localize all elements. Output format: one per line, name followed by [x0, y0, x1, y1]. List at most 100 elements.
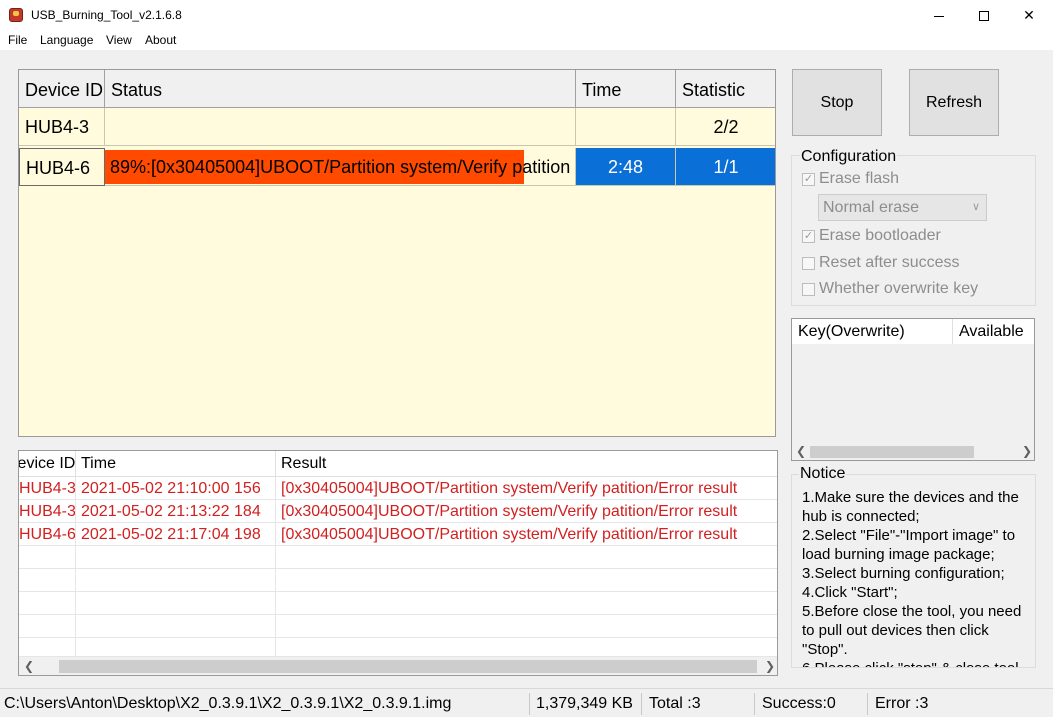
column-available[interactable]: Available: [953, 319, 1034, 344]
checkbox-unchecked-icon: [802, 257, 815, 270]
menu-view[interactable]: View: [106, 33, 132, 47]
log-empty-cell: [276, 615, 777, 638]
log-empty-cell: [276, 569, 777, 592]
scroll-left-icon[interactable]: ❮: [796, 444, 806, 458]
window-title: USB_Burning_Tool_v2.1.6.8: [31, 8, 182, 22]
notice-text: 1.Make sure the devices and the hub is c…: [802, 488, 1034, 667]
app-icon: [9, 8, 23, 22]
erase-bootloader-label: Erase bootloader: [819, 227, 941, 244]
column-device-id[interactable]: Device ID: [19, 70, 105, 108]
device-status: [105, 108, 576, 146]
log-empty-cell: [19, 569, 76, 592]
refresh-button[interactable]: Refresh: [909, 69, 999, 136]
column-time[interactable]: Time: [576, 70, 676, 108]
log-result: [0x30405004]UBOOT/Partition system/Verif…: [276, 500, 777, 523]
scroll-left-icon[interactable]: ❮: [24, 659, 34, 673]
status-success: Success:0: [758, 693, 868, 715]
status-image-size: 1,379,349 KB: [532, 693, 642, 715]
notice-line: 6.Please click "stop" & close tool: [802, 659, 1034, 667]
scroll-right-icon[interactable]: ❯: [765, 659, 775, 673]
log-table[interactable]: Device ID Time Result HUB4-3 2021-05-02 …: [18, 450, 778, 676]
log-empty-cell: [19, 592, 76, 615]
log-horizontal-scrollbar[interactable]: ❮ ❯: [19, 657, 777, 675]
status-bar: C:\Users\Anton\Desktop\X2_0.3.9.1\X2_0.3…: [0, 688, 1053, 717]
log-row-empty: [19, 615, 777, 638]
log-row-empty: [19, 592, 777, 615]
log-empty-cell: [76, 592, 276, 615]
log-empty-cell: [19, 615, 76, 638]
status-error: Error :3: [875, 695, 929, 712]
app-window: USB_Burning_Tool_v2.1.6.8 ✕ File Languag…: [0, 0, 1053, 717]
notice-line: 1.Make sure the devices and the hub is c…: [802, 489, 1019, 525]
status-image-path: C:\Users\Anton\Desktop\X2_0.3.9.1\X2_0.3…: [0, 693, 530, 715]
erase-mode-select[interactable]: Normal erase ∨: [818, 194, 987, 221]
key-horizontal-scrollbar[interactable]: ❮ ❯: [792, 443, 1034, 460]
log-time: 2021-05-02 21:17:04 198: [76, 523, 276, 546]
title-bar: USB_Burning_Tool_v2.1.6.8 ✕: [0, 0, 1053, 31]
progress-text: 89%:[0x30405004]UBOOT/Partition system/V…: [110, 157, 571, 177]
device-statistic: 2/2: [676, 108, 775, 146]
scrollbar-thumb[interactable]: [810, 446, 974, 458]
log-column-time[interactable]: Time: [76, 451, 276, 477]
device-row-selected[interactable]: HUB4-6 89%:[0x30405004]UBOOT/Partition s…: [19, 148, 775, 186]
notice-line: 5.Before close the tool, you need to pul…: [802, 603, 1022, 658]
log-result: [0x30405004]UBOOT/Partition system/Verif…: [276, 523, 777, 546]
close-icon: ✕: [1023, 7, 1035, 23]
column-status[interactable]: Status: [105, 70, 576, 108]
column-statistic[interactable]: Statistic: [676, 70, 775, 108]
checkbox-unchecked-icon: [802, 283, 815, 296]
menu-bar: File Language View About: [0, 31, 1053, 50]
reset-after-success-label: Reset after success: [819, 254, 960, 271]
log-column-device-id[interactable]: Device ID: [19, 451, 76, 477]
key-table[interactable]: Key(Overwrite) Available ❮ ❯: [791, 318, 1035, 461]
notice-line: 4.Click "Start";: [802, 584, 898, 601]
log-row-empty: [19, 546, 777, 569]
log-empty-cell: [76, 569, 276, 592]
menu-file[interactable]: File: [8, 33, 27, 47]
log-row[interactable]: HUB4-3 2021-05-02 21:13:22 184 [0x304050…: [19, 500, 777, 523]
minimize-button[interactable]: [916, 0, 962, 31]
notice-line: 2.Select "File"-"Import image" to load b…: [802, 527, 1016, 563]
device-time: [576, 108, 676, 146]
log-device-id: HUB4-3: [19, 500, 76, 523]
log-empty-cell: [76, 615, 276, 638]
log-empty-cell: [276, 592, 777, 615]
close-button[interactable]: ✕: [1006, 0, 1052, 31]
log-empty-cell: [276, 546, 777, 569]
log-column-result[interactable]: Result: [276, 451, 777, 477]
log-device-id: HUB4-6: [19, 523, 76, 546]
log-device-id: HUB4-3: [19, 477, 76, 500]
log-row-empty: [19, 569, 777, 592]
maximize-button[interactable]: [961, 0, 1007, 31]
erase-mode-value: Normal erase: [823, 199, 920, 216]
device-table[interactable]: Device ID Status Time Statistic HUB4-3 2…: [18, 69, 776, 437]
log-row[interactable]: HUB4-6 2021-05-02 21:17:04 198 [0x304050…: [19, 523, 777, 546]
menu-about[interactable]: About: [145, 33, 176, 47]
device-table-header: Device ID Status Time Statistic: [19, 70, 775, 108]
log-row[interactable]: HUB4-3 2021-05-02 21:10:00 156 [0x304050…: [19, 477, 777, 500]
device-row[interactable]: HUB4-3 2/2: [19, 108, 775, 146]
log-empty-cell: [76, 546, 276, 569]
notice-title: Notice: [799, 465, 847, 483]
log-table-header: Device ID Time Result: [19, 451, 777, 477]
scrollbar-thumb[interactable]: [59, 660, 757, 673]
log-empty-cell: [19, 546, 76, 569]
configuration-title: Configuration: [800, 148, 898, 166]
stop-button[interactable]: Stop: [792, 69, 882, 136]
log-result: [0x30405004]UBOOT/Partition system/Verif…: [276, 477, 777, 500]
notice-group: 1.Make sure the devices and the hub is c…: [791, 474, 1036, 668]
checkbox-checked-icon: ✓: [802, 173, 815, 186]
log-time: 2021-05-02 21:10:00 156: [76, 477, 276, 500]
column-key-overwrite[interactable]: Key(Overwrite): [792, 319, 953, 344]
device-id: HUB4-3: [19, 108, 105, 146]
device-id: HUB4-6: [19, 148, 105, 186]
configuration-group: Configuration ✓ Erase flash Normal erase…: [791, 148, 1036, 306]
scroll-right-icon[interactable]: ❯: [1022, 444, 1032, 458]
erase-flash-label: Erase flash: [819, 170, 900, 187]
device-time: 2:48: [576, 148, 676, 186]
menu-language[interactable]: Language: [40, 33, 93, 47]
maximize-icon: [979, 11, 989, 22]
minimize-icon: [934, 15, 944, 17]
log-time: 2021-05-02 21:13:22 184: [76, 500, 276, 523]
notice-line: 3.Select burning configuration;: [802, 565, 1005, 582]
